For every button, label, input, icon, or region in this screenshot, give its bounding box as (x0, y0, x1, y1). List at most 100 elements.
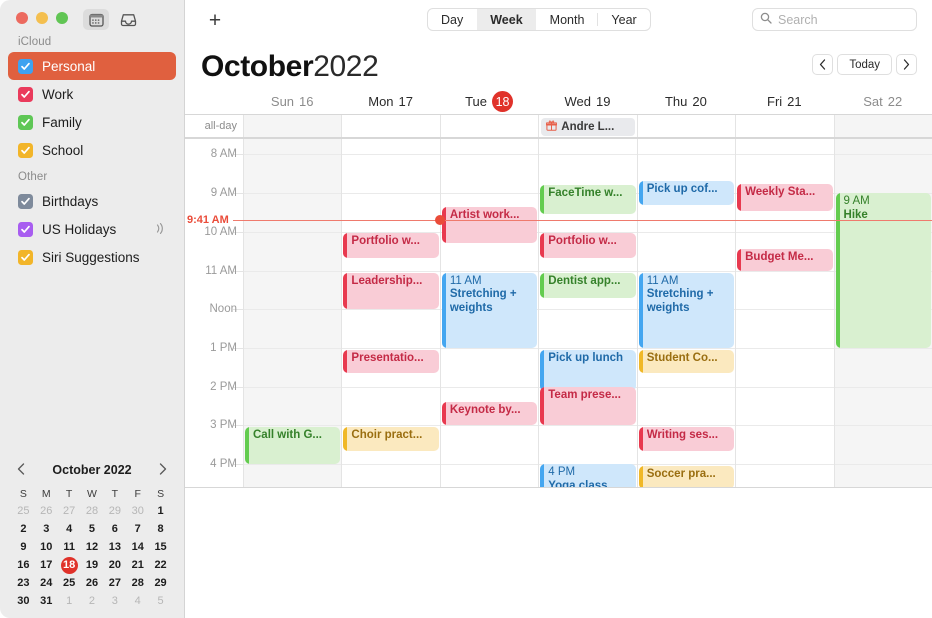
all-day-cell[interactable] (341, 115, 439, 137)
day-header-wed[interactable]: Wed 19 (538, 89, 636, 114)
day-header-sat[interactable]: Sat 22 (834, 89, 932, 114)
calendar-event[interactable]: 9 AM Hike (835, 193, 931, 348)
mini-calendar-day[interactable]: 5 (149, 593, 172, 610)
day-column-thu[interactable]: Pick up cof... 11 AM Stretching + weights S… (636, 139, 736, 488)
mini-calendar-day[interactable]: 2 (12, 521, 35, 538)
mini-calendar-day[interactable]: 28 (126, 575, 149, 592)
calendar-event[interactable]: Artist work... (441, 206, 538, 244)
calendar-event[interactable]: Team prese... (540, 387, 636, 426)
calendar-item-personal[interactable]: Personal (8, 52, 176, 80)
calendar-icon[interactable] (83, 9, 109, 30)
mini-calendar-day[interactable]: 6 (103, 521, 126, 538)
mini-calendar-day[interactable]: 9 (12, 539, 35, 556)
all-day-event[interactable]: Andre L... (541, 118, 635, 136)
calendar-item-school[interactable]: School (8, 136, 176, 164)
mini-calendar-day[interactable]: 24 (35, 575, 58, 592)
day-column-fri[interactable]: Weekly Sta...Budget Me...Call with Lu... (735, 139, 834, 488)
mini-calendar-day[interactable]: 18 (58, 557, 81, 574)
mini-calendar-day[interactable]: 11 (58, 539, 81, 556)
mini-calendar-day[interactable]: 19 (81, 557, 104, 574)
calendar-event[interactable]: Choir pract... (343, 427, 439, 451)
calendar-item-birthdays[interactable]: Birthdays (8, 187, 176, 215)
calendar-checkbox[interactable] (18, 221, 33, 237)
calendar-event[interactable]: FaceTime w... (540, 185, 636, 215)
mini-calendar-day[interactable]: 29 (103, 503, 126, 520)
mini-calendar-day[interactable]: 5 (81, 521, 104, 538)
day-header-mon[interactable]: Mon 17 (341, 89, 439, 114)
mini-calendar-day[interactable]: 7 (126, 521, 149, 538)
calendar-event[interactable]: Weekly Sta... (737, 183, 833, 211)
all-day-cell[interactable] (833, 115, 932, 137)
calendar-item-work[interactable]: Work (8, 80, 176, 108)
calendar-event[interactable]: Student Co... (638, 349, 735, 374)
day-column-mon[interactable]: Portfolio w... Leadership... Presentatio..… (341, 139, 440, 488)
day-header-tue[interactable]: Tue 18 (440, 89, 538, 114)
all-day-cell[interactable] (243, 115, 342, 137)
calendar-event[interactable]: Writing ses... (638, 427, 735, 451)
mini-calendar-day[interactable]: 26 (81, 575, 104, 592)
calendar-event[interactable]: Portfolio w... (343, 233, 439, 258)
minimize-button[interactable] (36, 12, 48, 24)
mini-calendar-day[interactable]: 29 (149, 575, 172, 592)
calendar-event[interactable]: Presentatio... (343, 349, 439, 374)
mini-calendar-day[interactable]: 27 (58, 503, 81, 520)
calendar-event[interactable]: Soccer pra... (638, 466, 735, 488)
mini-calendar-day[interactable]: 31 (35, 593, 58, 610)
mini-calendar-day[interactable]: 27 (103, 575, 126, 592)
calendar-checkbox[interactable] (18, 114, 33, 130)
mini-calendar-day[interactable]: 25 (12, 503, 35, 520)
all-day-cell[interactable] (735, 115, 833, 137)
calendar-event[interactable]: Leadership... (343, 272, 439, 310)
all-day-cell[interactable]: Andre L... (538, 115, 636, 137)
calendar-event[interactable]: Dentist app... (540, 272, 636, 299)
mini-calendar-day[interactable]: 4 (58, 521, 81, 538)
add-event-button[interactable]: + (203, 9, 227, 33)
search-field[interactable]: Search (752, 8, 917, 31)
day-column-wed[interactable]: FaceTime w... Portfolio w... Dentist app..… (538, 139, 637, 488)
mini-calendar-day[interactable]: 2 (81, 593, 104, 610)
day-column-sat[interactable]: 9 AM Hike (833, 139, 932, 488)
mini-calendar-day[interactable]: 26 (35, 503, 58, 520)
tab-month[interactable]: Month (537, 9, 598, 30)
mini-calendar-day[interactable]: 20 (103, 557, 126, 574)
calendar-checkbox[interactable] (18, 58, 33, 74)
mini-calendar-day[interactable]: 30 (12, 593, 35, 610)
calendar-event[interactable]: Keynote by... (441, 402, 538, 426)
mini-calendar-day[interactable]: 3 (103, 593, 126, 610)
tab-year[interactable]: Year (598, 9, 649, 30)
mini-calendar-day[interactable]: 13 (103, 539, 126, 556)
calendar-event[interactable]: Call with G... (245, 427, 341, 465)
calendar-event[interactable]: Pick up lunch (540, 349, 636, 391)
next-week-button[interactable] (896, 54, 917, 75)
calendar-checkbox[interactable] (18, 86, 33, 102)
mini-calendar-day[interactable]: 16 (12, 557, 35, 574)
calendar-checkbox[interactable] (18, 142, 33, 158)
mini-calendar-day[interactable]: 17 (35, 557, 58, 574)
mini-calendar-day[interactable]: 8 (149, 521, 172, 538)
today-button[interactable]: Today (837, 54, 892, 75)
day-header-fri[interactable]: Fri 21 (735, 89, 833, 114)
zoom-button[interactable] (56, 12, 68, 24)
mini-calendar-day[interactable]: 1 (149, 503, 172, 520)
calendar-event[interactable]: Budget Me... (737, 249, 833, 271)
calendar-event[interactable]: Portfolio w... (540, 233, 636, 258)
inbox-icon[interactable] (115, 9, 141, 30)
day-header-sun[interactable]: Sun 16 (243, 89, 341, 114)
day-header-thu[interactable]: Thu 20 (637, 89, 735, 114)
all-day-cell[interactable] (439, 115, 538, 137)
week-grid[interactable]: 8 AM9 AM10 AM11 AMNoon1 PM2 PM3 PM4 PM5 … (185, 139, 932, 488)
mini-calendar-day[interactable]: 12 (81, 539, 104, 556)
mini-calendar-day[interactable]: 23 (12, 575, 35, 592)
day-column-sun[interactable]: Call with G... (243, 139, 342, 488)
mini-calendar-day[interactable]: 28 (81, 503, 104, 520)
calendar-checkbox[interactable] (18, 249, 33, 265)
previous-week-button[interactable] (812, 54, 834, 75)
calendar-item-family[interactable]: Family (8, 108, 176, 136)
mini-calendar-day[interactable]: 4 (126, 593, 149, 610)
mini-calendar-day[interactable]: 30 (126, 503, 149, 520)
day-column-tue[interactable]: Artist work... 11 AM Stretching + weights K… (439, 139, 539, 488)
calendar-checkbox[interactable] (18, 193, 33, 209)
calendar-event[interactable]: 4 PM Yoga class (540, 464, 636, 488)
tab-day[interactable]: Day (428, 9, 476, 30)
mini-calendar-day[interactable]: 1 (58, 593, 81, 610)
